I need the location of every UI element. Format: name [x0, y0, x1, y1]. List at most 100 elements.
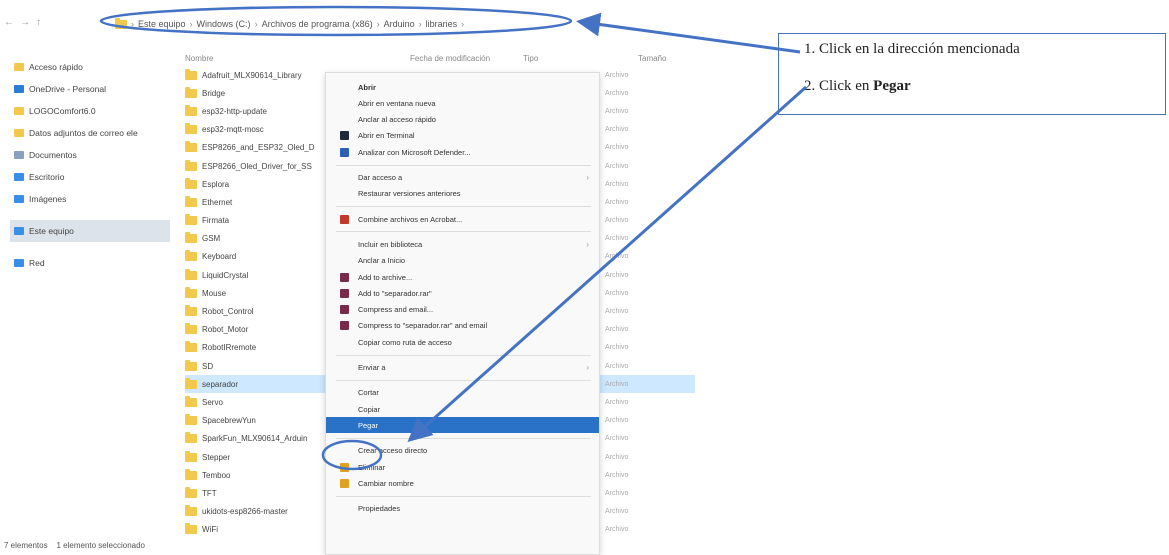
- menu-item[interactable]: Incluir en biblioteca ›: [326, 236, 599, 252]
- sidebar-item-label: Este equipo: [29, 226, 74, 236]
- menu-item[interactable]: Eliminar: [326, 459, 599, 475]
- sidebar-item[interactable]: Datos adjuntos de correo ele: [10, 122, 170, 144]
- menu-item-icon: [340, 147, 349, 157]
- file-name: WiFi: [202, 525, 218, 535]
- menu-item[interactable]: Abrir: [326, 79, 599, 95]
- menu-item[interactable]: Add to "separador.rar": [326, 285, 599, 301]
- sidebar-item[interactable]: Acceso rápido: [10, 56, 170, 78]
- sidebar-item[interactable]: OneDrive - Personal: [10, 78, 170, 100]
- menu-item-label: Dar acceso a: [358, 173, 403, 182]
- sidebar-item-label: LOGOComfort6.0: [29, 106, 96, 116]
- instruction-step-2: 2. Click en Pegar: [804, 78, 911, 94]
- menu-item-icon: [340, 288, 349, 298]
- breadcrumb-item[interactable]: Este equipo: [138, 19, 186, 29]
- folder-icon: [185, 395, 197, 407]
- menu-item-icon: [340, 214, 349, 224]
- file-type: Archivo: [605, 508, 629, 516]
- file-name: esp32-http-update: [202, 106, 267, 116]
- folder-icon: [185, 323, 197, 335]
- column-header-name[interactable]: Nombre: [185, 54, 213, 63]
- folder-icon: [185, 432, 197, 444]
- menu-item[interactable]: Enviar a ›: [326, 360, 599, 376]
- file-name: SparkFun_MLX90614_Arduin: [202, 434, 308, 444]
- menu-item-label: Eliminar: [358, 462, 386, 472]
- folder-icon: [185, 232, 197, 244]
- menu-item[interactable]: Propiedades: [326, 501, 599, 517]
- menu-item[interactable]: Analizar con Microsoft Defender...: [326, 144, 599, 160]
- menu-item[interactable]: Restaurar versiones anteriores: [326, 186, 599, 202]
- sidebar-item-label: Documentos: [29, 150, 77, 160]
- menu-item[interactable]: Abrir en Terminal: [326, 128, 599, 144]
- file-type: Archivo: [605, 162, 629, 170]
- breadcrumb-item[interactable]: Windows (C:): [197, 19, 251, 29]
- breadcrumb-item[interactable]: libraries: [426, 19, 458, 29]
- folder-icon: [185, 141, 197, 153]
- up-icon[interactable]: ↑: [36, 17, 41, 28]
- sidebar-item[interactable]: Documentos: [10, 144, 170, 166]
- menu-item[interactable]: Dar acceso a ›: [326, 170, 599, 186]
- selected-count: 1 elemento seleccionado: [56, 541, 145, 550]
- menu-item-label: Abrir en Terminal: [358, 131, 415, 141]
- sidebar-item[interactable]: Escritorio: [10, 166, 170, 188]
- chevron-right-icon: ›: [586, 363, 589, 372]
- file-name: SpacebrewYun: [202, 416, 256, 426]
- column-header-size[interactable]: Tamaño: [638, 54, 666, 63]
- file-name: esp32-mqtt-mosc: [202, 125, 264, 135]
- file-type: Archivo: [605, 308, 629, 316]
- sidebar-item-label: Acceso rápido: [29, 62, 83, 72]
- menu-item[interactable]: Pegar: [326, 417, 599, 434]
- file-name: RobotIRremote: [202, 343, 257, 353]
- breadcrumb-item[interactable]: Arduino: [384, 19, 415, 29]
- menu-item[interactable]: Cortar: [326, 385, 599, 401]
- navigation-pane: Acceso rápido OneDrive - Personal LOGOComf…: [10, 56, 170, 274]
- menu-item-label: Enviar a: [358, 363, 386, 372]
- file-name: Firmata: [202, 216, 230, 226]
- column-headers: Nombre Fecha de modificación Tipo Tamaño: [185, 54, 685, 66]
- file-type: Archivo: [605, 380, 629, 388]
- menu-divider: [336, 437, 591, 439]
- menu-item[interactable]: Add to archive...: [326, 269, 599, 285]
- menu-item[interactable]: Copiar: [326, 401, 599, 417]
- folder-icon: [185, 268, 197, 280]
- sidebar-item[interactable]: Red: [10, 252, 170, 274]
- column-header-type[interactable]: Tipo: [523, 54, 538, 63]
- file-name: Esplora: [202, 179, 230, 189]
- instruction-step-1: 1. Click en la dirección mencionada: [804, 41, 1020, 57]
- menu-item[interactable]: Anclar a Inicio: [326, 253, 599, 269]
- file-name: Stepper: [202, 452, 231, 462]
- file-name: ESP8266_Oled_Driver_for_SS: [202, 161, 312, 171]
- sidebar-item-label: Datos adjuntos de correo ele: [29, 128, 138, 138]
- menu-item[interactable]: Compress and email...: [326, 302, 599, 318]
- file-type: Archivo: [605, 417, 629, 425]
- breadcrumb[interactable]: › Este equipo › Windows (C:) › Archivos …: [115, 16, 464, 32]
- forward-icon[interactable]: →: [20, 17, 30, 28]
- file-type: Archivo: [605, 235, 629, 243]
- sidebar-item[interactable]: Este equipo: [10, 220, 170, 242]
- file-type: Archivo: [605, 198, 629, 206]
- sidebar-item-label: Escritorio: [29, 172, 65, 182]
- menu-item-label: Anclar a Inicio: [358, 256, 406, 266]
- menu-item[interactable]: Combine archivos en Acrobat...: [326, 211, 599, 227]
- file-name: LiquidCrystal: [202, 270, 249, 280]
- folder-icon: [185, 341, 197, 353]
- file-name: Bridge: [202, 88, 226, 98]
- breadcrumb-item[interactable]: Archivos de programa (x86): [262, 19, 373, 29]
- menu-item[interactable]: Compress to "separador.rar" and email: [326, 318, 599, 334]
- menu-item-label: Analizar con Microsoft Defender...: [358, 147, 471, 157]
- menu-item[interactable]: Abrir en ventana nueva: [326, 95, 599, 111]
- menu-item[interactable]: Copiar como ruta de acceso: [326, 334, 599, 350]
- sidebar-item[interactable]: LOGOComfort6.0: [10, 100, 170, 122]
- sidebar-item-icon: [14, 259, 24, 267]
- sidebar-item[interactable]: Imágenes: [10, 188, 170, 210]
- file-name: Temboo: [202, 470, 231, 480]
- file-type: Archivo: [605, 126, 629, 134]
- menu-item[interactable]: Anclar al acceso rápido: [326, 112, 599, 128]
- back-icon[interactable]: ←: [4, 17, 14, 28]
- chevron-right-icon: ›: [586, 239, 589, 249]
- menu-item[interactable]: Crear acceso directo: [326, 443, 599, 459]
- menu-item[interactable]: Cambiar nombre: [326, 475, 599, 491]
- menu-divider: [336, 379, 591, 381]
- file-type: Archivo: [605, 144, 629, 152]
- column-header-date[interactable]: Fecha de modificación: [410, 54, 490, 63]
- folder-icon: [185, 286, 197, 298]
